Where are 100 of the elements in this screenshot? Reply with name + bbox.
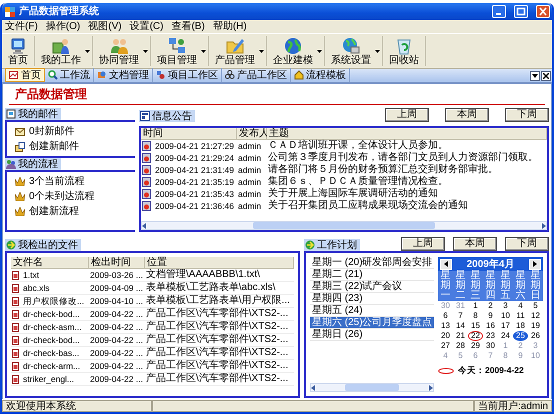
scrollbar-thumb[interactable] — [253, 222, 435, 229]
timestamp: 2009-04-21 21:35:19 — [155, 176, 234, 188]
calendar-day[interactable]: 13 — [438, 321, 453, 331]
calendar-day[interactable]: 1 — [468, 301, 483, 311]
calendar-day[interactable]: 25 — [513, 331, 528, 341]
horizontal-scrollbar[interactable] — [141, 221, 547, 230]
calendar-day[interactable]: 3 — [498, 301, 513, 311]
calendar-day[interactable]: 16 — [483, 321, 498, 331]
toolbar-button[interactable]: 首页 — [4, 36, 32, 66]
toolbar-button[interactable]: 项目管理 — [153, 36, 201, 66]
calendar-day[interactable]: 6 — [438, 311, 453, 321]
plan-row[interactable]: 星期六 (25)公司月季度盘点 — [310, 317, 434, 329]
week-button[interactable]: 本周 — [445, 108, 489, 122]
right-arrow-icon[interactable] — [540, 222, 546, 228]
week-button[interactable]: 上周 — [401, 237, 445, 251]
caret-icon[interactable] — [259, 50, 264, 52]
calendar-day[interactable]: 21 — [453, 331, 468, 341]
tab[interactable]: 文档管理 — [94, 68, 153, 82]
calendar-day[interactable]: 8 — [468, 311, 483, 321]
menu-item[interactable]: 操作(O) — [46, 21, 80, 32]
minimize-button[interactable] — [492, 5, 506, 18]
calendar-day[interactable]: 28 — [453, 341, 468, 351]
today-label[interactable]: 今天：2009-4-22 — [458, 365, 524, 376]
caret-icon[interactable] — [143, 50, 148, 52]
calendar-day[interactable]: 4 — [513, 301, 528, 311]
calendar-day[interactable]: 2 — [483, 301, 498, 311]
calendar-day[interactable]: 5 — [528, 301, 543, 311]
calendar-day[interactable]: 27 — [438, 341, 453, 351]
people-icon — [110, 36, 128, 54]
dropdown-button[interactable] — [530, 70, 540, 80]
link[interactable]: 0封新邮件 — [29, 126, 75, 137]
menu-item[interactable]: 视图(V) — [88, 21, 122, 32]
week-button[interactable]: 本周 — [453, 237, 497, 251]
envelope-icon[interactable] — [15, 126, 25, 136]
calendar-day[interactable]: 19 — [528, 321, 543, 331]
horizontal-scrollbar[interactable] — [310, 383, 434, 392]
column-header[interactable]: 主题 — [267, 128, 547, 140]
calendar-day[interactable]: 23 — [483, 331, 498, 341]
plan-row[interactable]: 星期一 (20)研发部周会安排 — [310, 257, 434, 269]
caret-icon[interactable] — [85, 50, 90, 52]
plan-row[interactable]: 星期二 (21) — [310, 269, 434, 281]
week-button[interactable]: 上周 — [385, 108, 429, 122]
calendar-day[interactable]: 29 — [468, 341, 483, 351]
tab[interactable]: 流程模板 — [291, 68, 350, 82]
tab[interactable]: 工作流 — [45, 68, 94, 82]
right-arrow-icon[interactable] — [428, 384, 433, 390]
tab[interactable]: 产品工作区 — [222, 68, 291, 82]
plan-row[interactable]: 星期四 (23) — [310, 293, 434, 305]
toolbar-button[interactable]: 协同管理 — [95, 36, 143, 66]
column-header[interactable]: 检出时间 — [89, 257, 145, 269]
close-button[interactable] — [541, 70, 551, 80]
table-cell-text: 2009-03-26 ... — [89, 269, 144, 281]
link[interactable]: 3个当前流程 — [29, 176, 85, 187]
tab[interactable]: 项目工作区 — [153, 68, 222, 82]
calendar-day[interactable]: 17 — [498, 321, 513, 331]
plan-row[interactable]: 星期三 (22)试产会议 — [310, 281, 434, 293]
scrollbar-thumb[interactable] — [344, 384, 400, 391]
maximize-button[interactable] — [514, 5, 528, 18]
calendar-day[interactable]: 7 — [453, 311, 468, 321]
toolbar-button[interactable]: 我的工作 — [37, 36, 85, 66]
menu-item[interactable]: 查看(B) — [171, 21, 205, 32]
column-header[interactable]: 时间 — [141, 128, 237, 140]
calendar-day[interactable]: 30 — [483, 341, 498, 351]
left-arrow-icon[interactable] — [311, 384, 316, 390]
week-button[interactable]: 下周 — [505, 237, 549, 251]
previous-month-button[interactable] — [440, 258, 452, 270]
calendar-day[interactable]: 14 — [453, 321, 468, 331]
calendar-day[interactable]: 18 — [513, 321, 528, 331]
tab[interactable]: 首页 — [5, 68, 45, 82]
caret-icon[interactable] — [317, 50, 322, 52]
toolbar-button[interactable]: 产品管理 — [211, 36, 259, 66]
left-arrow-icon[interactable] — [142, 222, 147, 228]
calendar-day[interactable]: 22 — [468, 331, 483, 341]
table-cell: 产品工作区\汽车零部件\XTS2-... — [145, 308, 290, 320]
week-button[interactable]: 下周 — [505, 108, 549, 122]
next-month-button[interactable] — [529, 258, 541, 270]
calendar-day[interactable]: 11 — [513, 311, 528, 321]
caret-icon[interactable] — [201, 50, 206, 52]
toolbar-button[interactable]: 回收站 — [385, 36, 423, 66]
menu-item[interactable]: 设置(C) — [130, 21, 164, 32]
link[interactable]: 创建新流程 — [29, 206, 79, 217]
calendar-day[interactable]: 10 — [498, 311, 513, 321]
plan-row[interactable]: 星期日 (26) — [310, 329, 434, 341]
calendar-day[interactable]: 15 — [468, 321, 483, 331]
calendar-day[interactable]: 20 — [438, 331, 453, 341]
column-header[interactable]: 文件名 — [11, 257, 89, 269]
calendar-day[interactable]: 26 — [528, 331, 543, 341]
caret-icon[interactable] — [375, 50, 380, 52]
link[interactable]: 0个未到达流程 — [29, 191, 95, 202]
menu-item[interactable]: 帮助(H) — [212, 21, 247, 32]
menu-item[interactable]: 文件(F) — [5, 21, 38, 32]
toolbar-button[interactable]: 系统设置 — [327, 36, 375, 66]
toolbar-button[interactable]: 企业建模 — [269, 36, 317, 66]
section-label: 我的流程 — [5, 158, 61, 170]
new-mail-icon[interactable] — [15, 142, 25, 152]
calendar-day[interactable]: 12 — [528, 311, 543, 321]
calendar-day[interactable]: 24 — [498, 331, 513, 341]
column-header[interactable]: 位置 — [145, 257, 294, 269]
link[interactable]: 创建新邮件 — [29, 141, 79, 152]
calendar-day[interactable]: 9 — [483, 311, 498, 321]
